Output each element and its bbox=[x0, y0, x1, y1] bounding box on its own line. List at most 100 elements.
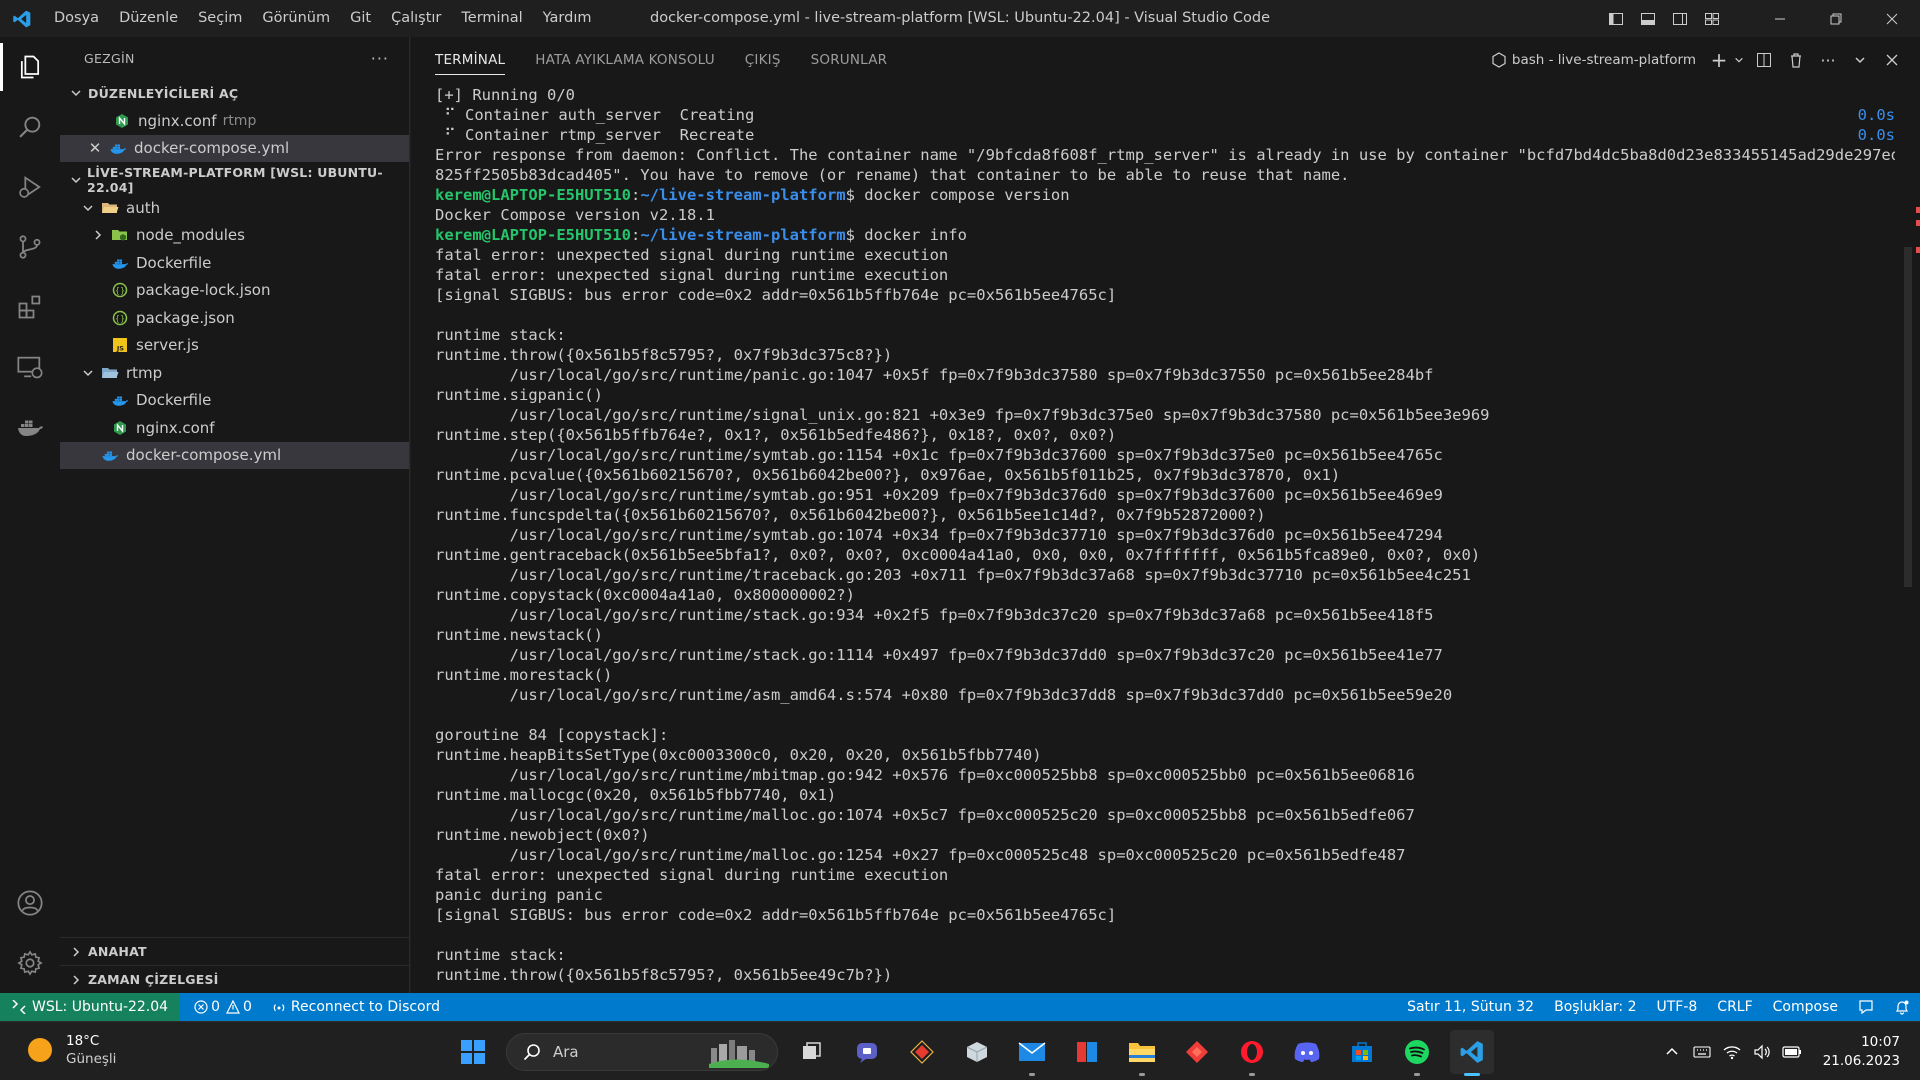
app-book-icon[interactable] bbox=[1065, 1030, 1109, 1074]
tab-output[interactable]: ÇIKIŞ bbox=[745, 37, 781, 83]
problems-indicator[interactable]: 0 0 bbox=[180, 993, 262, 1021]
tree-folder-auth[interactable]: auth bbox=[60, 194, 409, 222]
customize-layout-icon[interactable] bbox=[1696, 0, 1728, 37]
timeline-title: ZAMAN ÇİZELGESİ bbox=[88, 972, 219, 987]
tree-file-nginx-conf[interactable]: nginx.conf bbox=[60, 414, 409, 442]
run-debug-icon[interactable] bbox=[0, 157, 60, 217]
more-actions-icon[interactable]: ··· bbox=[371, 49, 389, 68]
anydesk-icon[interactable] bbox=[1175, 1030, 1219, 1074]
outline-header[interactable]: ANAHAT bbox=[60, 937, 409, 965]
menu-file[interactable]: Dosya bbox=[44, 0, 109, 37]
vscode-taskbar-icon[interactable] bbox=[1449, 1030, 1494, 1076]
terminal-scrollbar[interactable] bbox=[1904, 247, 1912, 587]
file-explorer-icon[interactable] bbox=[1120, 1030, 1164, 1076]
tree-file-server-js[interactable]: JS server.js bbox=[60, 332, 409, 360]
end-of-line[interactable]: CRLF bbox=[1707, 993, 1762, 1021]
docker-icon[interactable] bbox=[0, 397, 60, 457]
system-clock[interactable]: 10:07 21.06.2023 bbox=[1807, 1033, 1912, 1071]
close-editor-icon[interactable]: ✕ bbox=[86, 139, 104, 157]
extensions-icon[interactable] bbox=[0, 277, 60, 337]
workspace-header[interactable]: LİVE-STREAM-PLATFORM [WSL: UBUNTU-22.04] bbox=[60, 165, 409, 195]
indentation[interactable]: Boşluklar: 2 bbox=[1544, 993, 1646, 1021]
keyboard-icon[interactable] bbox=[1687, 1037, 1717, 1067]
discord-status[interactable]: Reconnect to Discord bbox=[262, 993, 450, 1021]
clock-date: 21.06.2023 bbox=[1822, 1052, 1900, 1069]
remote-explorer-icon[interactable] bbox=[0, 337, 60, 397]
opera-browser-icon[interactable] bbox=[1230, 1030, 1274, 1076]
new-terminal-plus-icon[interactable]: + bbox=[1708, 44, 1730, 76]
broadcast-icon bbox=[272, 1000, 286, 1014]
cursor-position[interactable]: Satır 11, Sütun 32 bbox=[1397, 993, 1544, 1021]
menu-git[interactable]: Git bbox=[340, 0, 381, 37]
terminal-line: runtime.newstack() bbox=[435, 625, 1895, 645]
more-actions-icon[interactable]: ··· bbox=[1812, 44, 1844, 76]
vscode-logo-icon[interactable] bbox=[0, 0, 44, 37]
trash-icon[interactable] bbox=[1780, 44, 1812, 76]
app-diamond-icon[interactable] bbox=[900, 1030, 944, 1074]
encoding[interactable]: UTF-8 bbox=[1646, 993, 1707, 1021]
tree-label: server.js bbox=[136, 336, 199, 355]
tab-terminal[interactable]: TERMİNAL bbox=[435, 37, 506, 83]
toggle-panel-icon[interactable] bbox=[1632, 0, 1664, 37]
menu-view[interactable]: Görünüm bbox=[252, 0, 340, 37]
battery-icon[interactable] bbox=[1777, 1037, 1807, 1067]
chevron-down-icon[interactable] bbox=[1730, 44, 1748, 76]
tree-file-package-lock[interactable]: {} package-lock.json bbox=[60, 277, 409, 305]
close-panel-icon[interactable] bbox=[1876, 44, 1908, 76]
open-editors-header[interactable]: DÜZENLEYİCİLERİ AÇ bbox=[60, 79, 409, 107]
tab-problems[interactable]: SORUNLAR bbox=[811, 37, 888, 83]
toggle-secondary-sidebar-icon[interactable] bbox=[1664, 0, 1696, 37]
menu-run[interactable]: Çalıştır bbox=[381, 0, 451, 37]
minimize-button[interactable] bbox=[1752, 0, 1808, 37]
tree-file-docker-compose[interactable]: docker-compose.yml bbox=[60, 441, 409, 469]
weather-widget[interactable]: 18°C Güneşli bbox=[28, 1032, 116, 1068]
teams-chat-icon[interactable] bbox=[845, 1030, 889, 1074]
terminal-selector[interactable]: bash - live-stream-platform bbox=[1492, 52, 1696, 68]
remote-icon bbox=[12, 1000, 26, 1014]
volume-icon[interactable] bbox=[1747, 1037, 1777, 1067]
accounts-icon[interactable] bbox=[0, 873, 60, 933]
timeline-header[interactable]: ZAMAN ÇİZELGESİ bbox=[60, 965, 409, 993]
explorer-icon[interactable] bbox=[0, 37, 60, 97]
app-cube-icon[interactable] bbox=[955, 1030, 999, 1074]
tree-file-dockerfile-auth[interactable]: Dockerfile bbox=[60, 249, 409, 277]
discord-icon[interactable] bbox=[1285, 1030, 1329, 1074]
terminal-text: runtime.heapBitsSetType(0xc0003300c0, 0x… bbox=[435, 746, 1042, 764]
tree-folder-rtmp[interactable]: rtmp bbox=[60, 359, 409, 387]
microsoft-store-icon[interactable] bbox=[1340, 1030, 1384, 1074]
feedback-icon[interactable] bbox=[1848, 993, 1884, 1021]
toggle-primary-sidebar-icon[interactable] bbox=[1600, 0, 1632, 37]
menu-edit[interactable]: Düzenle bbox=[109, 0, 188, 37]
restore-button[interactable] bbox=[1808, 0, 1864, 37]
spotify-icon[interactable] bbox=[1395, 1030, 1439, 1076]
svg-text:{}: {} bbox=[115, 314, 125, 323]
chevron-up-icon[interactable] bbox=[1657, 1037, 1687, 1067]
open-editor-docker-compose[interactable]: ✕ docker-compose.yml bbox=[60, 134, 409, 162]
tree-file-dockerfile-rtmp[interactable]: Dockerfile bbox=[60, 387, 409, 415]
show-desktop-button[interactable] bbox=[1912, 1022, 1920, 1080]
remote-indicator[interactable]: WSL: Ubuntu-22.04 bbox=[0, 993, 181, 1021]
menu-selection[interactable]: Seçim bbox=[188, 0, 252, 37]
mail-icon[interactable] bbox=[1010, 1030, 1054, 1076]
tree-folder-node-modules[interactable]: node_modules bbox=[60, 222, 409, 250]
source-control-icon[interactable] bbox=[0, 217, 60, 277]
search-icon[interactable] bbox=[0, 97, 60, 157]
terminal-shell-icon bbox=[1492, 52, 1506, 68]
open-editor-nginx-conf[interactable]: nginx.conf rtmp bbox=[60, 107, 409, 135]
task-view-icon[interactable] bbox=[790, 1030, 834, 1074]
maximize-panel-chevron-icon[interactable] bbox=[1844, 44, 1876, 76]
terminal-output[interactable]: [+] Running 0/0 ⠋ Container auth_server … bbox=[435, 85, 1895, 987]
split-terminal-icon[interactable] bbox=[1748, 44, 1780, 76]
manage-gear-icon[interactable] bbox=[0, 933, 60, 993]
taskbar-search[interactable]: Ara bbox=[506, 1033, 778, 1071]
menu-terminal[interactable]: Terminal bbox=[451, 0, 532, 37]
menu-help[interactable]: Yardım bbox=[533, 0, 602, 37]
tree-file-package-json[interactable]: {} package.json bbox=[60, 304, 409, 332]
windows-start-icon[interactable] bbox=[451, 1030, 495, 1074]
notifications-bell-icon[interactable] bbox=[1884, 993, 1920, 1021]
wifi-icon[interactable] bbox=[1717, 1037, 1747, 1067]
tab-debug-console[interactable]: HATA AYIKLAMA KONSOLU bbox=[535, 37, 715, 83]
close-window-button[interactable] bbox=[1864, 0, 1920, 37]
language-mode[interactable]: Compose bbox=[1763, 993, 1848, 1021]
